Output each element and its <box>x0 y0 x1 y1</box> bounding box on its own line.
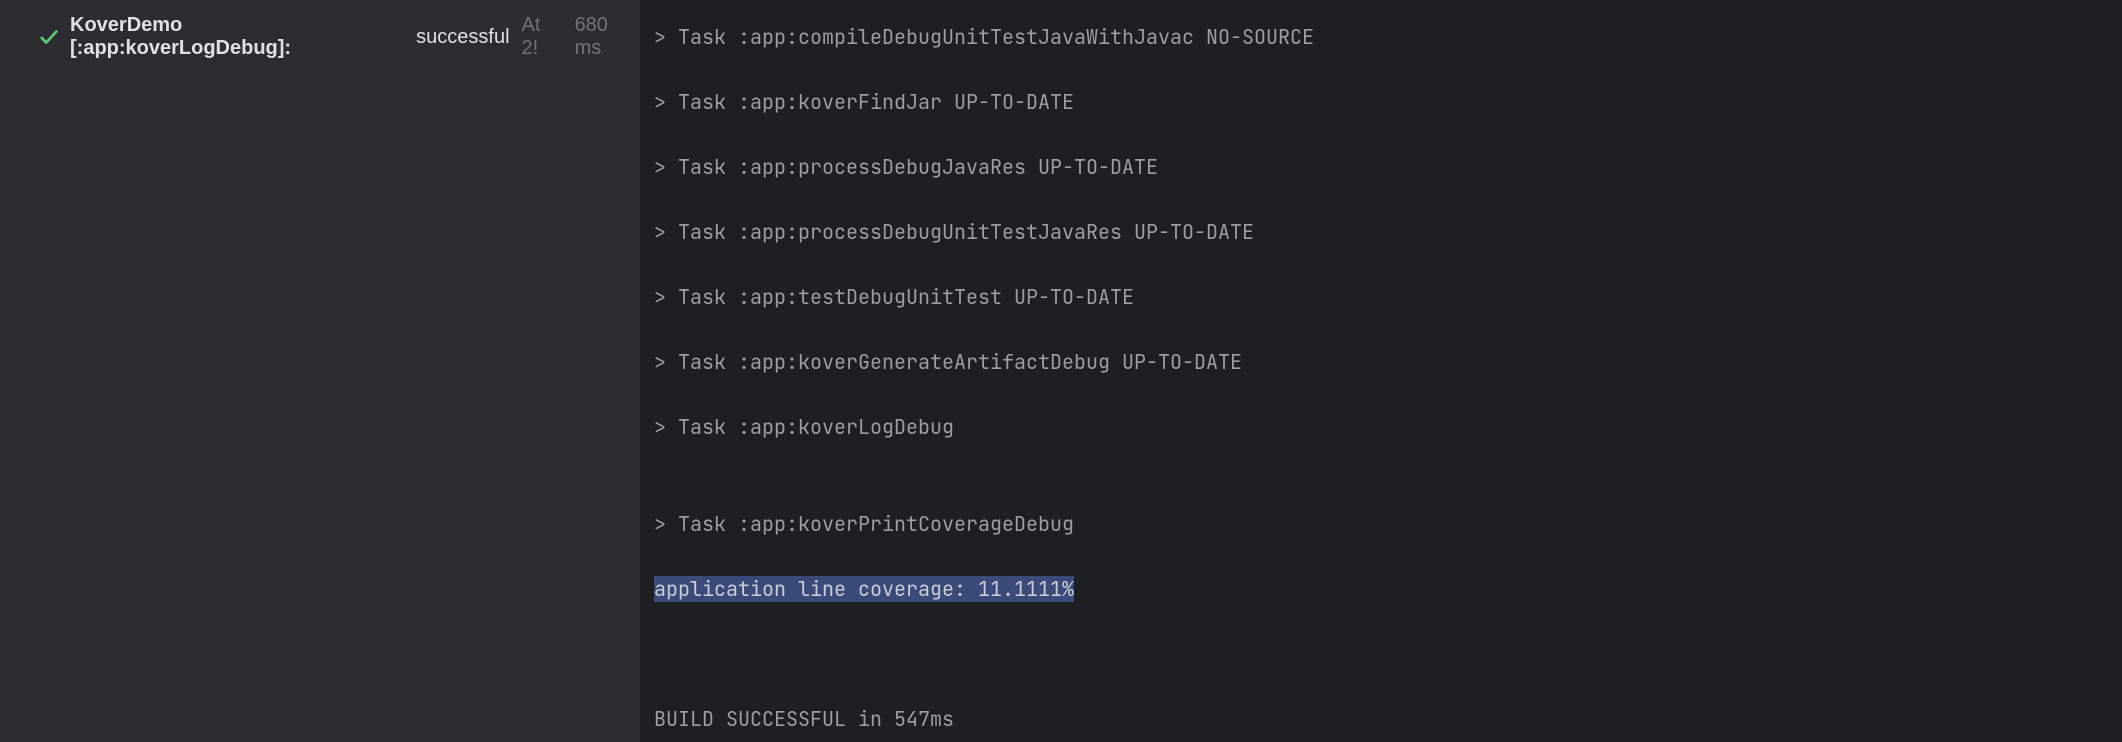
task-status: successful <box>416 26 509 49</box>
console-line: > Task :app:koverLogDebug <box>654 411 2122 444</box>
task-entry[interactable]: KoverDemo [:app:koverLogDebug]: successf… <box>38 14 640 60</box>
task-duration: 680 ms <box>575 14 640 60</box>
task-time-prefix: At 2! <box>522 14 563 60</box>
console-line: > Task :app:processDebugUnitTestJavaRes … <box>654 216 2122 249</box>
console-line: BUILD SUCCESSFUL in 547ms <box>654 703 2122 730</box>
console-line: > Task :app:processDebugJavaRes UP-TO-DA… <box>654 151 2122 184</box>
console-line: > Task :app:compileDebugUnitTestJavaWith… <box>654 21 2122 54</box>
coverage-result: application line coverage: 11.1111% <box>654 576 1074 602</box>
console-line: > Task :app:testDebugUnitTest UP-TO-DATE <box>654 281 2122 314</box>
build-console-output[interactable]: > Task :app:compileDebugUnitTestJavaWith… <box>640 0 2122 730</box>
success-check-icon <box>38 26 60 48</box>
console-line: > Task :app:koverGenerateArtifactDebug U… <box>654 346 2122 379</box>
build-task-panel: KoverDemo [:app:koverLogDebug]: successf… <box>0 0 640 742</box>
console-line: > Task :app:koverPrintCoverageDebug <box>654 508 2122 541</box>
console-line-highlighted: application line coverage: 11.1111% <box>654 573 2122 606</box>
task-name: KoverDemo [:app:koverLogDebug]: <box>70 14 408 60</box>
console-line: > Task :app:koverFindJar UP-TO-DATE <box>654 86 2122 119</box>
